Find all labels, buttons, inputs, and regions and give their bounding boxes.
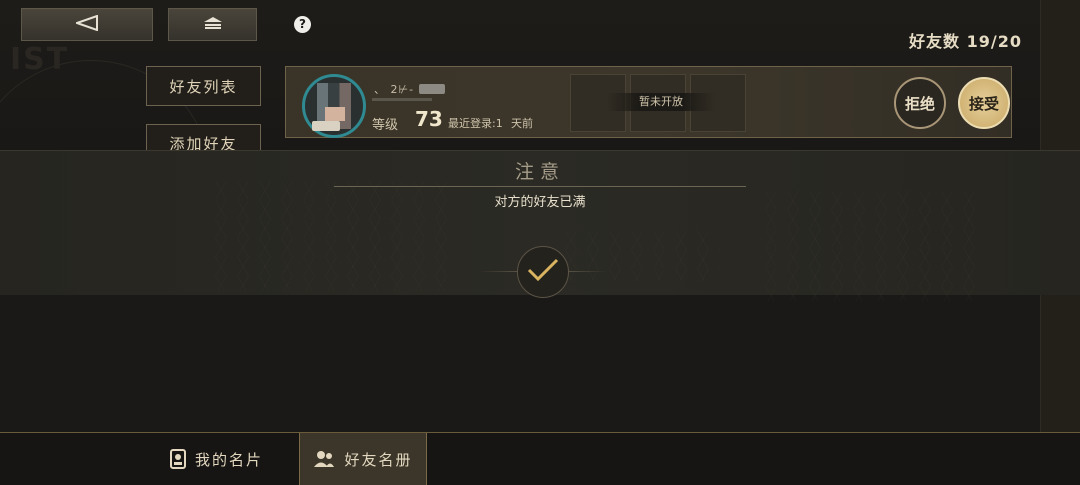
last-login-unit: 天前 xyxy=(511,117,533,130)
home-icon xyxy=(203,15,223,34)
tab-label: 好友名册 xyxy=(344,450,413,469)
decor-triangle-pattern xyxy=(560,231,720,281)
back-arrow-icon xyxy=(73,14,98,35)
friend-request-card: 、 2⊬- 等级 73 最近登录:1 天前 暂未开放 拒绝 接受 xyxy=(285,66,1012,138)
id-card-icon xyxy=(170,449,186,469)
friend-count-label: 好友数 xyxy=(909,32,961,51)
bottom-tab-bar: 我的名片 好友名册 xyxy=(0,432,1080,485)
notice-message: 对方的好友已满 xyxy=(494,195,586,210)
friend-count-value: 19/20 xyxy=(966,32,1022,51)
confirm-button[interactable] xyxy=(517,246,569,298)
reject-button[interactable]: 拒绝 xyxy=(894,77,946,129)
friend-count: 好友数 19/20 xyxy=(909,28,1022,52)
accept-button[interactable]: 接受 xyxy=(958,77,1010,129)
level-label: 等级 xyxy=(372,118,399,133)
lower-background xyxy=(0,294,1080,432)
player-title-blur xyxy=(372,98,432,101)
help-button[interactable]: ? xyxy=(294,16,311,33)
home-button[interactable] xyxy=(168,8,257,41)
people-icon xyxy=(313,450,335,468)
avatar-badge xyxy=(312,121,340,131)
background-watermark: IST xyxy=(10,42,70,77)
confirm-line-left xyxy=(480,271,520,272)
player-name: 、 2⊬- xyxy=(374,83,415,96)
notice-title: 注意 xyxy=(514,161,565,183)
avatar-image-detail xyxy=(325,107,345,121)
back-button[interactable] xyxy=(21,8,153,41)
confirm-line-right xyxy=(566,271,606,272)
notice-divider xyxy=(334,186,746,187)
last-login-label: 最近登录:1 xyxy=(448,117,503,130)
slots-not-open-banner: 暂未开放 xyxy=(606,93,716,111)
side-item-label: 好友列表 xyxy=(169,77,238,96)
reject-label: 拒绝 xyxy=(904,94,935,113)
tab-friend-roster[interactable]: 好友名册 xyxy=(299,433,427,485)
player-name-blur xyxy=(419,84,445,94)
level-value: 73 xyxy=(415,107,443,131)
side-item-friend-list[interactable]: 好友列表 xyxy=(146,66,261,106)
tab-label: 我的名片 xyxy=(195,450,264,469)
notice-dialog: 注意 对方的好友已满 xyxy=(0,150,1080,301)
tab-my-card[interactable]: 我的名片 xyxy=(170,433,290,485)
checkmark-icon xyxy=(526,257,560,287)
accept-label: 接受 xyxy=(968,94,999,113)
